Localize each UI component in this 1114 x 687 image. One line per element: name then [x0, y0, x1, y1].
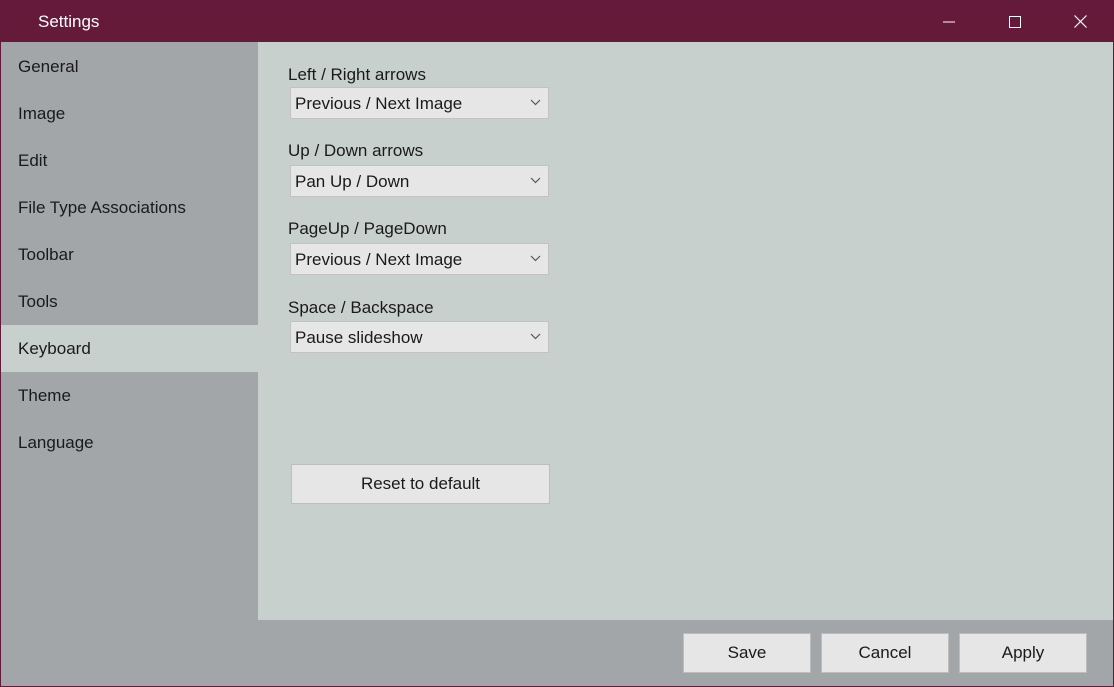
title-bar[interactable]: Settings — [1, 1, 1113, 42]
minimize-icon — [943, 21, 955, 22]
left-right-arrows-label: Left / Right arrows — [288, 65, 426, 84]
minimize-button[interactable] — [916, 1, 982, 42]
keyboard-settings-panel: Left / Right arrows Previous / Next Imag… — [258, 42, 1113, 620]
space-backspace-dropdown[interactable]: Pause slideshow — [290, 321, 549, 353]
sidebar-item-toolbar[interactable]: Toolbar — [1, 231, 258, 278]
reset-to-default-button[interactable]: Reset to default — [291, 464, 550, 504]
sidebar-item-general[interactable]: General — [1, 43, 258, 90]
maximize-icon — [1009, 15, 1021, 28]
dropdown-value: Previous / Next Image — [295, 94, 463, 113]
settings-window: Settings General Image Edit File Type As… — [0, 0, 1114, 687]
left-right-arrows-dropdown[interactable]: Previous / Next Image — [290, 87, 549, 119]
chevron-down-icon — [530, 255, 541, 262]
close-icon — [1073, 15, 1087, 28]
settings-sidebar: General Image Edit File Type Association… — [1, 42, 258, 620]
sidebar-item-keyboard[interactable]: Keyboard — [1, 325, 258, 372]
cancel-button[interactable]: Cancel — [821, 633, 949, 673]
sidebar-item-tools[interactable]: Tools — [1, 278, 258, 325]
sidebar-item-edit[interactable]: Edit — [1, 137, 258, 184]
sidebar-item-theme[interactable]: Theme — [1, 372, 258, 419]
save-button[interactable]: Save — [683, 633, 811, 673]
dialog-footer: Save Cancel Apply — [1, 620, 1113, 686]
space-backspace-label: Space / Backspace — [288, 298, 434, 317]
up-down-arrows-dropdown[interactable]: Pan Up / Down — [290, 165, 549, 197]
chevron-down-icon — [530, 177, 541, 184]
pageup-pagedown-dropdown[interactable]: Previous / Next Image — [290, 243, 549, 275]
pageup-pagedown-label: PageUp / PageDown — [288, 219, 447, 238]
sidebar-item-file-type-associations[interactable]: File Type Associations — [1, 184, 258, 231]
chevron-down-icon — [530, 99, 541, 106]
chevron-down-icon — [530, 333, 541, 340]
up-down-arrows-label: Up / Down arrows — [288, 141, 424, 160]
dropdown-value: Previous / Next Image — [295, 250, 463, 269]
apply-button[interactable]: Apply — [959, 633, 1087, 673]
close-button[interactable] — [1047, 1, 1113, 42]
dropdown-value: Pause slideshow — [295, 328, 423, 347]
dropdown-value: Pan Up / Down — [295, 172, 410, 191]
maximize-button[interactable] — [982, 1, 1048, 42]
window-title: Settings — [38, 12, 100, 31]
sidebar-item-image[interactable]: Image — [1, 90, 258, 137]
sidebar-item-language[interactable]: Language — [1, 419, 258, 466]
